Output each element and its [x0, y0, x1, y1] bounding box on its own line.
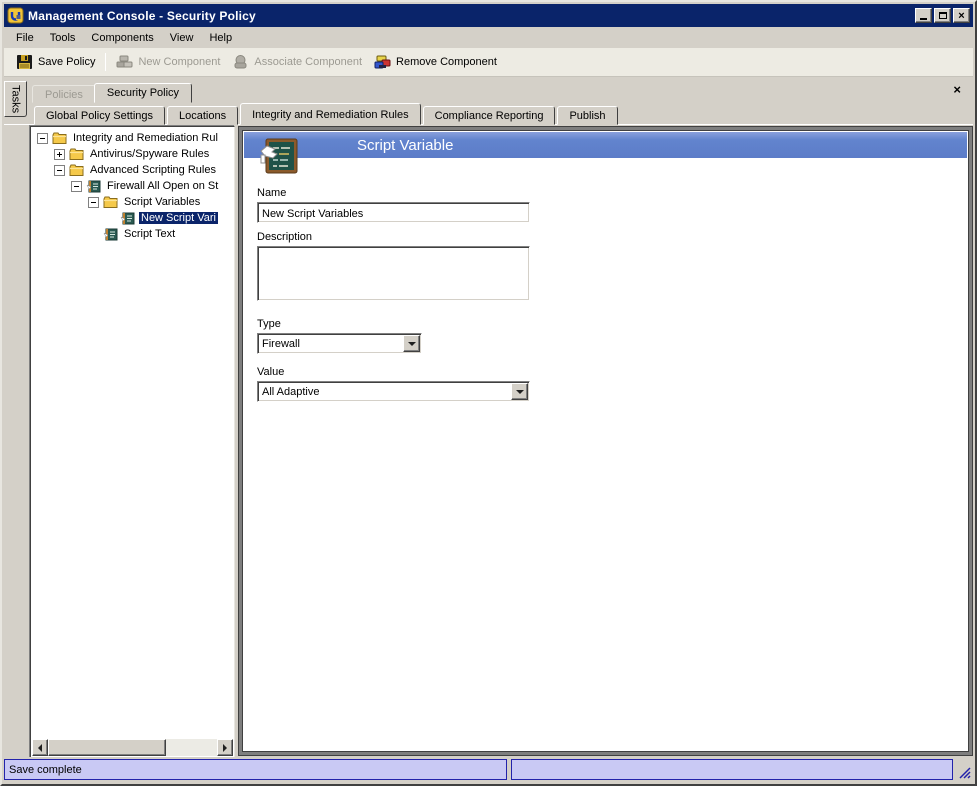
new-component-label: New Component — [138, 56, 221, 68]
script-icon — [103, 228, 118, 240]
folder-icon — [69, 164, 84, 176]
collapse-expander-icon[interactable] — [71, 180, 82, 192]
remove-component-button[interactable]: Remove Component — [368, 51, 503, 73]
tree-row[interactable]: Script Text — [32, 226, 233, 242]
save-policy-label: Save Policy — [38, 56, 96, 68]
pane-close-icon[interactable]: × — [953, 83, 961, 96]
type-dropdown-button[interactable] — [403, 335, 420, 352]
tab-publish[interactable]: Publish — [557, 106, 618, 125]
menu-tools[interactable]: Tools — [42, 29, 84, 47]
value-dropdown[interactable]: All Adaptive — [257, 381, 530, 402]
description-textarea[interactable] — [257, 246, 530, 301]
chevron-down-icon — [515, 389, 524, 398]
tab-locations[interactable]: Locations — [167, 106, 239, 125]
tree-row[interactable]: Advanced Scripting Rules — [32, 162, 233, 178]
scroll-left-button[interactable] — [32, 739, 48, 756]
menu-help[interactable]: Help — [201, 29, 240, 47]
remove-component-label: Remove Component — [396, 56, 497, 68]
tree-item-label[interactable]: Firewall All Open on St — [105, 180, 220, 192]
window-title: Management Console - Security Policy — [28, 8, 256, 23]
save-icon — [17, 55, 32, 69]
save-policy-button[interactable]: Save Policy — [10, 51, 101, 73]
maximize-button[interactable] — [934, 8, 951, 23]
policy-tree: Integrity and Remediation Rul Antivirus/… — [32, 128, 233, 739]
close-icon: × — [958, 9, 965, 22]
status-message: Save complete — [9, 763, 82, 776]
menu-file[interactable]: File — [8, 29, 42, 47]
tree-item-label[interactable]: Integrity and Remediation Rul — [71, 132, 220, 144]
application-window: { "window": { "title": "Management Conso… — [0, 0, 977, 786]
tab-integrity-remediation-rules[interactable]: Integrity and Remediation Rules — [240, 103, 421, 125]
tree-item-label[interactable]: Script Text — [122, 228, 177, 240]
tree-row[interactable]: Script Variables — [32, 194, 233, 210]
script-icon — [86, 180, 101, 192]
folder-icon — [103, 196, 118, 208]
new-component-button[interactable]: New Component — [110, 51, 226, 73]
tree-row[interactable]: Antivirus/Spyware Rules — [32, 146, 233, 162]
value-label: Value — [257, 366, 285, 378]
remove-component-icon — [374, 55, 391, 69]
description-label: Description — [257, 231, 313, 243]
value-dropdown-button[interactable] — [511, 383, 528, 400]
script-icon — [120, 212, 135, 224]
tab-policies[interactable]: Policies — [32, 85, 96, 103]
title-bar: Management Console - Security Policy × — [4, 4, 973, 27]
expand-expander-icon[interactable] — [54, 148, 65, 160]
toolbar: Save Policy New Component Associate Comp… — [4, 48, 973, 77]
tree-item-label[interactable]: New Script Vari — [139, 212, 218, 224]
collapse-expander-icon[interactable] — [54, 164, 65, 176]
associate-component-button[interactable]: Associate Component — [226, 51, 368, 73]
type-label: Type — [257, 318, 281, 330]
tasks-side-tab[interactable]: Tasks — [4, 81, 27, 117]
value-selected-value: All Adaptive — [262, 385, 320, 398]
tree-item-label[interactable]: Advanced Scripting Rules — [88, 164, 218, 176]
collapse-expander-icon[interactable] — [37, 132, 48, 144]
type-dropdown[interactable]: Firewall — [257, 333, 422, 354]
scroll-right-button[interactable] — [217, 739, 233, 756]
minimize-button[interactable] — [915, 8, 932, 23]
arrow-right-icon — [223, 743, 231, 752]
status-secondary-panel — [511, 759, 953, 780]
menu-components[interactable]: Components — [83, 29, 161, 47]
resize-grip[interactable] — [957, 765, 971, 779]
tab-compliance-reporting[interactable]: Compliance Reporting — [422, 106, 556, 125]
app-logo-icon — [7, 7, 24, 24]
tab-global-policy-settings[interactable]: Global Policy Settings — [34, 106, 165, 125]
tree-row[interactable]: Firewall All Open on St — [32, 178, 233, 194]
policy-tree-panel: Integrity and Remediation Rul Antivirus/… — [30, 126, 235, 758]
tab-security-policy[interactable]: Security Policy — [93, 83, 193, 103]
toolbar-separator — [105, 53, 107, 71]
status-bar: Save complete — [4, 757, 973, 782]
menu-bar: File Tools Components View Help — [4, 27, 973, 48]
maximize-icon — [938, 12, 947, 19]
tree-horizontal-scrollbar[interactable] — [32, 739, 233, 756]
status-message-panel: Save complete — [4, 759, 507, 780]
tree-item-label[interactable]: Antivirus/Spyware Rules — [88, 148, 211, 160]
minimize-icon — [920, 18, 927, 20]
menu-view[interactable]: View — [162, 29, 202, 47]
folder-icon — [52, 132, 67, 144]
associate-component-label: Associate Component — [254, 56, 363, 68]
scrollbar-track[interactable] — [166, 739, 217, 756]
associate-component-icon — [234, 55, 247, 69]
detail-header-banner: Script Variable — [244, 132, 967, 158]
scrollbar-thumb[interactable] — [48, 739, 166, 756]
tree-row-selected[interactable]: New Script Vari — [32, 210, 233, 226]
tree-item-label[interactable]: Script Variables — [122, 196, 202, 208]
new-component-icon — [116, 55, 133, 68]
collapse-expander-icon[interactable] — [88, 196, 99, 208]
tree-row[interactable]: Integrity and Remediation Rul — [32, 130, 233, 146]
script-variable-icon — [260, 138, 298, 174]
close-button[interactable]: × — [953, 8, 970, 23]
detail-panel: Script Variable Name Description Type Fi… — [239, 127, 972, 755]
chevron-down-icon — [407, 341, 416, 350]
folder-icon — [69, 148, 84, 160]
arrow-left-icon — [34, 743, 42, 752]
name-label: Name — [257, 187, 287, 199]
type-selected-value: Firewall — [262, 337, 300, 350]
name-input[interactable] — [257, 202, 530, 223]
primary-tab-row: Policies Security Policy — [32, 82, 193, 103]
secondary-tab-row: Global Policy Settings Locations Integri… — [34, 103, 620, 125]
